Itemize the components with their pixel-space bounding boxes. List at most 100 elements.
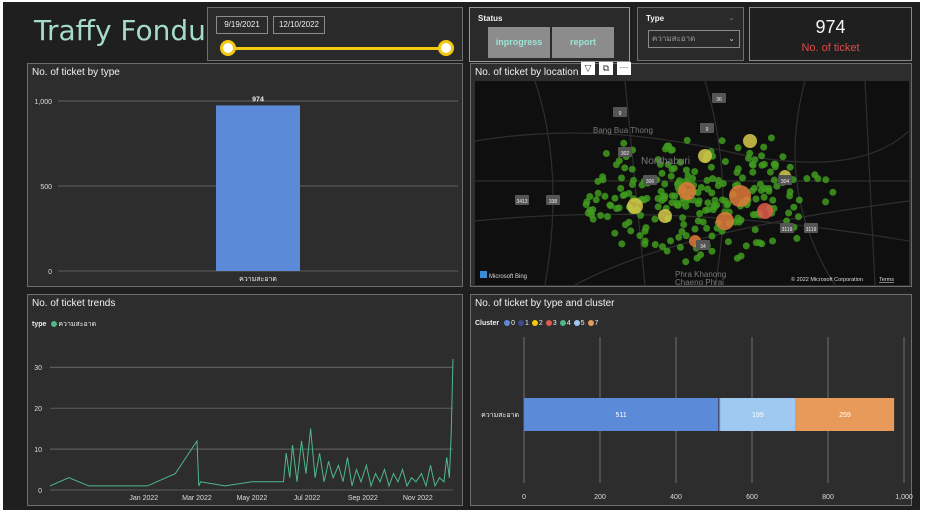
canvas: Traffy Fondue 9/19/2021 12/10/2022 Statu… <box>0 0 940 516</box>
map-place-label: Bang Bua Thong <box>593 126 653 135</box>
date-slider-track[interactable] <box>228 47 448 50</box>
chevron-down-icon[interactable]: ⌄ <box>728 13 735 22</box>
panel-ticket-by-location[interactable]: No. of ticket by location Bang Bua Thong… <box>470 63 912 287</box>
ticket-count-card: 974 No. of ticket <box>749 7 912 61</box>
map-point <box>691 168 699 176</box>
map-point <box>707 163 715 171</box>
map-point <box>651 241 659 248</box>
type-dropdown-value: ความสะอาด <box>652 34 696 43</box>
map-point <box>721 158 729 165</box>
map-road-badge-label: 3413 <box>516 199 527 205</box>
filter-icon[interactable]: ▽ <box>581 62 595 75</box>
y-tick-label: 0 <box>38 488 42 495</box>
map-point <box>657 187 665 195</box>
status-option-report[interactable]: report <box>552 27 614 58</box>
map-point <box>785 209 793 217</box>
map-point <box>676 243 684 251</box>
map-point <box>621 164 629 172</box>
y-category-label: ความสะอาด <box>481 412 519 419</box>
map-point <box>680 221 688 228</box>
map-point <box>734 214 742 222</box>
map-road-badge-label: 3119 <box>782 227 793 233</box>
x-tick-label: Sep 2022 <box>348 495 378 502</box>
y-tick-label: 1,000 <box>34 99 52 106</box>
map-point <box>636 232 644 240</box>
map-point <box>749 168 757 176</box>
map-point <box>769 196 777 204</box>
map-point <box>779 153 787 161</box>
map-point <box>718 196 726 204</box>
map-point <box>602 150 610 157</box>
map-point <box>691 225 699 233</box>
map-point <box>734 144 742 152</box>
map-point <box>661 180 669 188</box>
map-point <box>795 213 802 221</box>
map-point <box>803 175 811 182</box>
map-point <box>822 198 830 206</box>
panel-title-location: No. of ticket by location <box>475 67 579 78</box>
map-point <box>689 174 697 182</box>
map-point <box>618 174 625 182</box>
x-tick-label: 600 <box>746 494 758 501</box>
map-point <box>814 175 822 183</box>
map-point <box>668 146 676 154</box>
map-cluster-point <box>698 149 712 163</box>
map-point <box>770 176 778 184</box>
map-cluster-point <box>716 212 734 230</box>
map-ticket-by-location[interactable]: Bang Bua ThongNonthaburiPhra KhanongChae… <box>475 81 909 285</box>
map-point <box>704 199 712 207</box>
more-options-icon[interactable]: ··· <box>617 62 631 75</box>
x-tick-label: Jul 2022 <box>294 495 321 502</box>
map-point <box>749 161 757 169</box>
date-slider-end-handle[interactable] <box>438 40 454 56</box>
map-point <box>694 200 702 208</box>
map-point <box>667 172 675 180</box>
map-point <box>703 176 711 184</box>
end-date-input[interactable]: 12/10/2022 <box>273 16 325 34</box>
map-attribution: Microsoft Bing <box>489 274 527 280</box>
map-point <box>667 237 674 245</box>
map-point <box>758 240 766 248</box>
map-point <box>597 212 605 219</box>
panel-ticket-by-cluster[interactable]: No. of ticket by type and cluster Cluste… <box>470 294 913 506</box>
map-point <box>767 134 775 142</box>
map-point <box>611 194 619 202</box>
map-cluster-point <box>757 203 773 219</box>
map-point <box>668 192 676 200</box>
focus-icon[interactable]: ⧉ <box>599 62 613 75</box>
map-point <box>668 199 676 207</box>
map-point <box>745 154 752 162</box>
map-point <box>703 224 711 232</box>
start-date-input[interactable]: 9/19/2021 <box>216 16 268 34</box>
map-point <box>592 196 600 204</box>
date-slider-start-handle[interactable] <box>220 40 236 56</box>
panel-ticket-by-type[interactable]: No. of ticket by type 1,000 500 0 974 ความสะ… <box>27 63 463 287</box>
map-cluster-point <box>658 209 672 223</box>
report-page: Traffy Fondue 9/19/2021 12/10/2022 Statu… <box>3 2 920 510</box>
map-road-badge-label: 302 <box>621 151 630 157</box>
map-point <box>660 195 668 202</box>
status-option-inprogress[interactable]: inprogress <box>488 27 550 58</box>
map-point <box>713 201 721 209</box>
map-point <box>822 176 830 184</box>
map-point <box>718 137 726 145</box>
map-point <box>621 221 629 229</box>
y-tick-label: 0 <box>48 269 52 276</box>
map-point <box>683 136 691 144</box>
panel-ticket-trends[interactable]: No. of ticket trends type ความสะอาด 30 20… <box>27 294 463 506</box>
bar-data-label: 199 <box>752 412 764 419</box>
map-point <box>769 237 777 245</box>
map-point <box>693 254 701 262</box>
map-point <box>758 152 766 160</box>
x-tick-label: 1,000 <box>895 494 913 501</box>
map-road-badge-label: 3119 <box>806 227 817 233</box>
map-point <box>829 188 837 196</box>
map-road-badge-label: 36 <box>716 97 722 103</box>
map-point <box>758 161 766 169</box>
map-point <box>682 258 690 266</box>
map-point <box>587 208 595 216</box>
map-point <box>760 143 768 151</box>
type-dropdown[interactable]: ความสะอาด ⌄ <box>648 30 740 48</box>
y-tick-label: 20 <box>34 406 42 413</box>
map-point <box>604 213 611 221</box>
